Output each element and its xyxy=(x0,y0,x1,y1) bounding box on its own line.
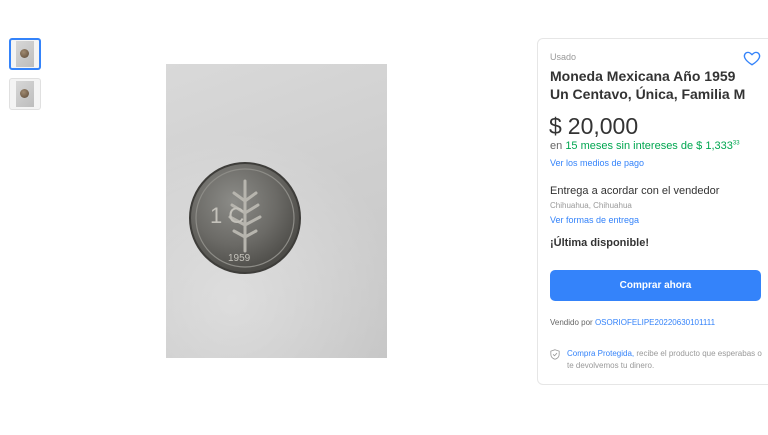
purchase-panel: Usado Moneda Mexicana Año 1959 Un Centav… xyxy=(537,38,768,385)
installments-cents: 33 xyxy=(732,140,740,147)
condition-label: Usado xyxy=(550,52,577,62)
price-amount: 20,000 xyxy=(567,113,639,139)
thumbnail-2[interactable] xyxy=(9,78,41,110)
delivery-text: Entrega a acordar con el vendedor xyxy=(550,185,720,197)
price: $20,000 xyxy=(549,113,638,140)
shipping-methods-link[interactable]: Ver formas de entrega xyxy=(550,215,639,225)
protection-link[interactable]: Compra Protegida, xyxy=(567,349,634,358)
heart-icon[interactable] xyxy=(743,49,761,67)
price-currency: $ xyxy=(549,113,562,139)
seller-location: Chihuahua, Chihuahua xyxy=(550,201,632,210)
product-title-line1: Moneda Mexicana Año 1959 xyxy=(550,68,736,84)
thumbnail-gallery xyxy=(9,38,41,118)
installments-plan: 15 meses sin intereses de $ 1,333 xyxy=(565,140,733,152)
installments-prefix: en xyxy=(550,140,563,152)
seller-link[interactable]: OSORIOFELIPE20220630101111 xyxy=(595,318,715,327)
purchase-protection: Compra Protegida, recibe el producto que… xyxy=(550,348,765,372)
buy-now-button[interactable]: Comprar ahora xyxy=(550,270,761,301)
installments-info: en 15 meses sin intereses de $ 1,33333 xyxy=(550,140,740,152)
seller-info: Vendido por OSORIOFELIPE20220630101111 xyxy=(550,318,715,327)
main-product-image[interactable]: 1 C 1959 xyxy=(166,64,387,358)
payment-methods-link[interactable]: Ver los medios de pago xyxy=(550,158,644,168)
thumbnail-coin xyxy=(20,49,29,58)
coin-denomination: 1 C xyxy=(210,203,244,228)
product-title: Moneda Mexicana Año 1959 Un Centavo, Úni… xyxy=(550,67,765,103)
product-title-line2: Un Centavo, Única, Familia M xyxy=(550,86,746,102)
coin-image: 1 C 1959 xyxy=(189,162,301,274)
shield-check-icon xyxy=(550,349,560,360)
coin-year: 1959 xyxy=(228,253,251,264)
seller-prefix: Vendido por xyxy=(550,318,593,327)
thumbnail-1[interactable] xyxy=(9,38,41,70)
stock-status: ¡Última disponible! xyxy=(550,237,649,249)
thumbnail-coin xyxy=(20,89,29,98)
